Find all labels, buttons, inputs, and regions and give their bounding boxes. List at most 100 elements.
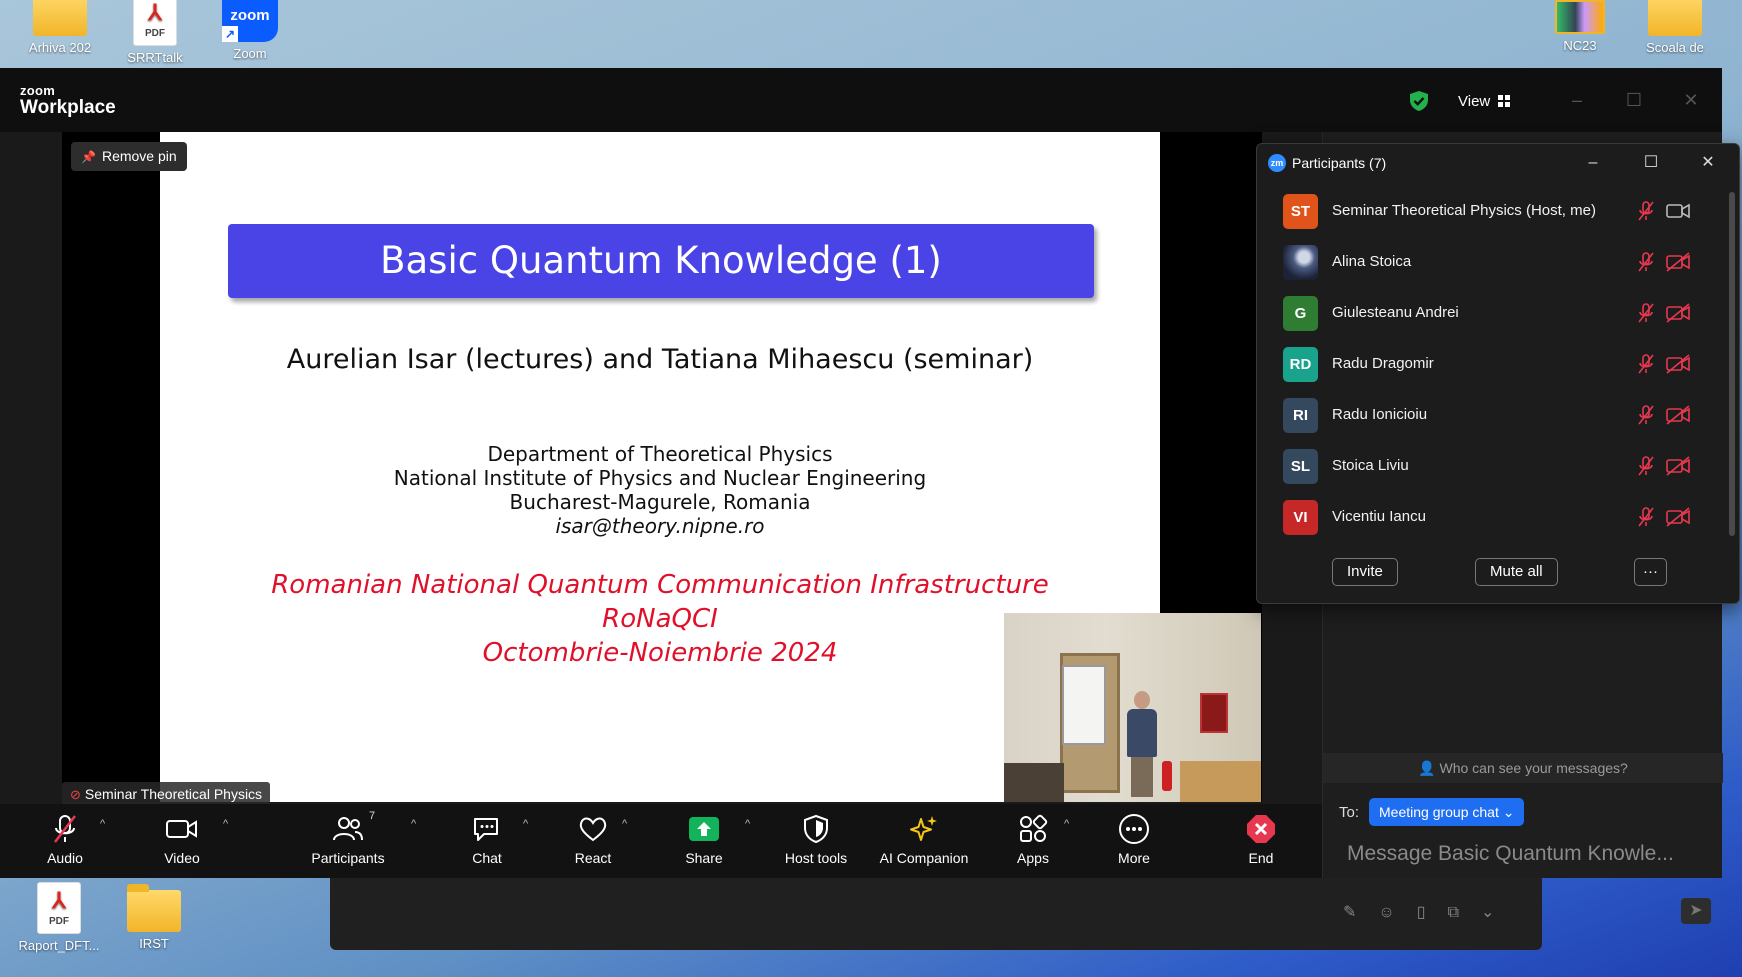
video-off-icon[interactable] xyxy=(1665,353,1691,375)
message-input[interactable]: Message Basic Quantum Knowle... xyxy=(1347,842,1674,866)
folder-icon xyxy=(1648,0,1702,36)
project-line: Romanian National Quantum Communication … xyxy=(271,570,1049,600)
desktop-icon-scoala[interactable]: Scoala de xyxy=(1630,0,1720,55)
video-off-icon[interactable] xyxy=(1665,455,1691,477)
desktop-icon-arhiva[interactable]: Arhiva 202 xyxy=(15,0,105,55)
maximize-button[interactable]: ☐ xyxy=(1622,90,1646,110)
who-can-see-messages[interactable]: 👤 Who can see your messages? xyxy=(1323,753,1723,783)
recipient-dropdown[interactable]: Meeting group chat ⌄ xyxy=(1369,798,1525,826)
mic-muted-icon[interactable] xyxy=(1635,404,1657,426)
folder-icon xyxy=(33,0,87,36)
desktop-icon-label: Arhiva 202 xyxy=(28,40,92,55)
format-icon[interactable]: ✎ xyxy=(1343,904,1378,921)
mic-muted-icon[interactable] xyxy=(1635,302,1657,324)
share-caret-icon[interactable]: ^ xyxy=(745,818,750,830)
encryption-shield-icon[interactable] xyxy=(1408,90,1430,112)
participant-row[interactable]: ST Seminar Theoretical Physics (Host, me) xyxy=(1257,186,1727,237)
view-button[interactable]: View xyxy=(1458,93,1512,110)
mute-all-button[interactable]: Mute all xyxy=(1475,558,1558,586)
brand-top: zoom xyxy=(20,83,56,98)
chat-button[interactable]: Chat xyxy=(437,812,537,866)
desktop-icon-label: IRST xyxy=(139,936,169,951)
emoji-icon[interactable]: ☺ xyxy=(1378,904,1416,921)
host-shield-icon xyxy=(766,812,866,846)
participant-row[interactable]: SL Stoica Liviu xyxy=(1257,441,1727,492)
participants-scrollbar[interactable] xyxy=(1729,192,1735,536)
end-label: End xyxy=(1248,850,1274,866)
react-caret-icon[interactable]: ^ xyxy=(622,818,627,830)
participant-avatar: RI xyxy=(1283,398,1318,433)
host-tools-button[interactable]: Host tools xyxy=(766,812,866,866)
participant-row[interactable]: VI Vicentiu Iancu xyxy=(1257,492,1727,543)
video-camera-icon[interactable] xyxy=(1665,200,1691,222)
minimize-button[interactable]: – xyxy=(1565,90,1589,110)
host-tools-label: Host tools xyxy=(784,850,848,866)
slide-authors: Aurelian Isar (lectures) and Tatiana Mih… xyxy=(286,344,1034,375)
participant-name: Alina Stoica xyxy=(1332,253,1412,270)
chevron-down-icon[interactable]: ⌄ xyxy=(1481,904,1516,921)
folder-icon xyxy=(127,884,181,932)
desktop-icon-nc23[interactable]: NC23 xyxy=(1535,0,1625,53)
participant-row[interactable]: Alina Stoica xyxy=(1257,237,1727,288)
shortcut-arrow-icon: ↗ xyxy=(222,26,238,42)
mic-muted-icon[interactable] xyxy=(1635,200,1657,222)
pin-icon: 📌 xyxy=(81,150,96,164)
invite-button[interactable]: Invite xyxy=(1332,558,1398,586)
slide-affiliation: Department of Theoretical Physics Nation… xyxy=(160,442,1160,538)
desktop-icon-irst[interactable]: IRST xyxy=(109,884,199,951)
chat-caret-icon[interactable]: ^ xyxy=(523,818,528,830)
share-button[interactable]: Share xyxy=(654,812,754,866)
mic-muted-icon[interactable] xyxy=(1635,353,1657,375)
person-icon: 👤 xyxy=(1418,760,1436,776)
apps-caret-icon[interactable]: ^ xyxy=(1064,818,1069,830)
title-bar: zoom Workplace View – ☐ ✕ xyxy=(0,68,1722,132)
panel-maximize-button[interactable]: ☐ xyxy=(1640,152,1662,174)
more-button[interactable]: More xyxy=(1084,812,1184,866)
video-off-icon[interactable] xyxy=(1665,506,1691,528)
chat-label: Chat xyxy=(472,850,502,866)
participants-button[interactable]: Participants xyxy=(298,812,398,866)
video-off-icon[interactable] xyxy=(1665,404,1691,426)
mic-muted-icon[interactable] xyxy=(1635,506,1657,528)
participants-caret-icon[interactable]: ^ xyxy=(411,818,416,830)
camera-video-thumbnail[interactable] xyxy=(1004,613,1261,802)
participant-avatar: VI xyxy=(1283,500,1318,535)
video-button[interactable]: Video xyxy=(132,812,232,866)
affiliation-line: Department of Theoretical Physics xyxy=(487,442,833,466)
participant-row[interactable]: RD Radu Dragomir xyxy=(1257,339,1727,390)
desktop-icon-label: Scoala de xyxy=(1646,40,1704,55)
mic-muted-icon[interactable] xyxy=(1635,455,1657,477)
mic-muted-icon[interactable] xyxy=(1635,251,1657,273)
remove-pin-button[interactable]: 📌 Remove pin xyxy=(71,142,187,171)
video-off-icon[interactable] xyxy=(1665,302,1691,324)
video-caret-icon[interactable]: ^ xyxy=(223,818,228,830)
participant-row[interactable]: RI Radu Ionicioiu xyxy=(1257,390,1727,441)
grid-view-icon xyxy=(1498,95,1512,107)
participants-title: Participants (7) xyxy=(1292,155,1387,171)
zoom-logo-icon: zm xyxy=(1268,154,1286,172)
participant-name: Stoica Liviu xyxy=(1332,457,1409,474)
send-button[interactable]: ➤ xyxy=(1681,898,1711,924)
react-button[interactable]: React xyxy=(543,812,643,866)
more-label: More xyxy=(1118,850,1150,866)
to-label: To: xyxy=(1339,804,1360,821)
panel-close-button[interactable]: ✕ xyxy=(1697,152,1719,174)
desktop-icon-raport[interactable]: ⅄ PDF Raport_DFT... xyxy=(14,882,104,953)
participant-row[interactable]: G Giulesteanu Andrei xyxy=(1257,288,1727,339)
participants-header: zm Participants (7) – ☐ ✕ xyxy=(1257,144,1739,182)
file-icon[interactable]: ▯ xyxy=(1417,904,1448,921)
ai-companion-button[interactable]: AI Companion xyxy=(874,812,974,866)
close-button[interactable]: ✕ xyxy=(1679,90,1703,110)
audio-caret-icon[interactable]: ^ xyxy=(100,818,105,830)
desktop-icon-zoom[interactable]: zoom ↗ Zoom xyxy=(205,0,295,61)
participant-name: Seminar Theoretical Physics (Host, me) xyxy=(1332,202,1596,219)
panel-minimize-button[interactable]: – xyxy=(1582,152,1604,174)
speaker-name-tag: ⊘ Seminar Theoretical Physics xyxy=(62,782,271,806)
desktop-icon-label: SRRTtalk xyxy=(127,50,183,65)
pdf-icon: ⅄ PDF xyxy=(37,882,81,934)
screenshot-icon[interactable]: ⧉ xyxy=(1448,904,1481,921)
end-button[interactable]: End xyxy=(1211,812,1311,866)
more-options-button[interactable]: ··· xyxy=(1634,558,1667,586)
desktop-icon-srrtalk[interactable]: ⅄ PDF SRRTtalk xyxy=(110,0,200,65)
video-off-icon[interactable] xyxy=(1665,251,1691,273)
